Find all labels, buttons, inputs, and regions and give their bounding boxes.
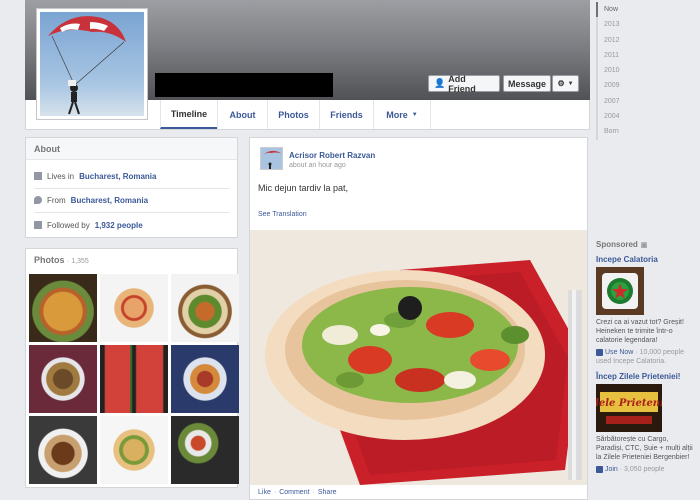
from-link[interactable]: Bucharest, Romania xyxy=(71,196,148,205)
sponsored-title[interactable]: Sponsored xyxy=(596,240,638,249)
ad-item[interactable]: Încep Zilele Prieteniei! Zilele Prieteni… xyxy=(596,372,694,474)
year-now[interactable]: Now xyxy=(596,2,640,18)
year-2004[interactable]: 2004 xyxy=(596,109,640,125)
tab-more-label: More xyxy=(386,109,408,120)
post-timestamp[interactable]: about an hour ago xyxy=(289,162,346,169)
ad-description: Crezi ca ai vazut tot? Greșit! Heineken … xyxy=(596,319,684,344)
year-2009[interactable]: 2009 xyxy=(596,78,640,94)
share-link[interactable]: Share xyxy=(318,489,337,496)
ad-image-zilele-prieteniei[interactable]: Zilele Prieteniei xyxy=(596,384,662,432)
tab-about-label: About xyxy=(229,109,256,120)
post-photo[interactable] xyxy=(250,230,587,485)
location-pin-icon xyxy=(34,196,42,204)
ad-image-heineken[interactable] xyxy=(596,267,644,315)
year-2012[interactable]: 2012 xyxy=(596,32,640,48)
sponsored-column: Sponsored ▣ Incepe Calatoria Crezi ca ai… xyxy=(596,240,694,474)
year-2013[interactable]: 2013 xyxy=(596,17,640,33)
followers-link[interactable]: 1,932 people xyxy=(95,221,143,230)
sponsored-header: Sponsored ▣ xyxy=(596,240,694,249)
use-now-link[interactable]: Use Now xyxy=(605,349,633,356)
from-prefix: From xyxy=(47,195,66,205)
tab-friends[interactable]: Friends xyxy=(319,100,373,129)
photo-thumbnail[interactable] xyxy=(100,345,168,413)
photo-thumbnail[interactable] xyxy=(29,274,97,342)
followed-by-row: Followed by 1,932 people xyxy=(34,214,143,236)
avatar-parachute-image xyxy=(263,150,281,169)
add-friend-icon: 👤 xyxy=(434,78,446,88)
photo-thumbnail[interactable] xyxy=(29,345,97,413)
rss-icon xyxy=(34,221,42,229)
about-box: About Lives in Bucharest, Romania From B… xyxy=(25,137,238,238)
tab-photos[interactable]: Photos xyxy=(267,100,319,129)
timeline-year-scrubber: Now 2013 2012 2011 2010 2009 2007 2004 B… xyxy=(596,2,640,140)
join-link[interactable]: Join xyxy=(605,466,618,473)
separator-dot: · xyxy=(273,489,277,496)
photo-thumbnail[interactable] xyxy=(100,274,168,342)
tab-friends-label: Friends xyxy=(330,109,363,120)
message-label: Message xyxy=(507,78,547,89)
lives-in-link[interactable]: Bucharest, Romania xyxy=(79,172,156,181)
post-author-avatar[interactable] xyxy=(260,147,283,170)
profile-picture[interactable] xyxy=(36,8,148,120)
year-born[interactable]: Born xyxy=(596,124,640,140)
ad-icon: ▣ xyxy=(640,241,648,249)
event-icon xyxy=(596,465,603,473)
year-2007[interactable]: 2007 xyxy=(596,93,640,110)
like-link[interactable]: Like xyxy=(258,489,271,496)
post-author-name[interactable]: Acrisor Robert Razvan xyxy=(289,151,375,160)
tab-timeline[interactable]: Timeline xyxy=(160,100,217,129)
photo-thumbnail[interactable] xyxy=(171,345,239,413)
ad-title[interactable]: Incepe Calatoria xyxy=(596,255,694,264)
photo-thumbnail[interactable] xyxy=(29,416,97,484)
photos-grid xyxy=(29,274,239,484)
lives-in-prefix: Lives in xyxy=(47,171,75,181)
photos-title: Photos xyxy=(34,255,65,265)
post-action-bar: Like · Comment · Share xyxy=(258,489,337,496)
lives-in-row: Lives in Bucharest, Romania xyxy=(34,165,156,187)
profile-name-redacted xyxy=(155,73,333,97)
divider xyxy=(34,212,229,213)
ad-description: Sărbătorește cu Cargo, Paradiși, CTC, Șu… xyxy=(596,436,693,461)
about-title[interactable]: About xyxy=(26,138,237,160)
tab-about[interactable]: About xyxy=(217,100,267,129)
see-translation-link[interactable]: See Translation xyxy=(258,211,307,218)
zilele-prieteniei-logo-image: Zilele Prieteniei xyxy=(596,384,662,432)
photo-thumbnail[interactable] xyxy=(171,274,239,342)
chevron-down-icon: ▼ xyxy=(411,111,418,118)
profile-picture-image xyxy=(40,12,144,116)
chevron-down-icon: ▼ xyxy=(567,80,574,87)
tab-timeline-label: Timeline xyxy=(170,108,208,119)
timeline-post: Acrisor Robert Razvan about an hour ago … xyxy=(249,137,588,500)
add-friend-label: Add Friend xyxy=(448,73,476,94)
year-2010[interactable]: 2010 xyxy=(596,63,640,79)
ad-item[interactable]: Incepe Calatoria Crezi ca ai vazut tot? … xyxy=(596,255,694,366)
heineken-bottle-image xyxy=(596,267,644,315)
salad-photo-image xyxy=(250,230,587,485)
comment-link[interactable]: Comment xyxy=(279,489,309,496)
add-friend-button[interactable]: 👤 Add Friend xyxy=(428,73,500,94)
photo-thumbnail[interactable] xyxy=(100,416,168,484)
home-icon xyxy=(34,172,42,180)
ad-title[interactable]: Încep Zilele Prieteniei! xyxy=(596,372,694,381)
tab-more[interactable]: More ▼ xyxy=(373,100,431,129)
photo-thumbnail[interactable] xyxy=(171,416,239,484)
photos-count: · 1,355 xyxy=(67,258,89,265)
ad-cta-row: Join · 3,050 people xyxy=(596,465,694,474)
tab-photos-label: Photos xyxy=(278,109,309,120)
parachute-illustration xyxy=(48,16,126,115)
app-icon xyxy=(596,348,603,356)
year-2011[interactable]: 2011 xyxy=(596,47,640,64)
ad-stats: · 3,050 people xyxy=(619,466,665,473)
photos-box: Photos · 1,355 xyxy=(25,248,239,488)
svg-text:Zilele Prieteniei: Zilele Prieteniei xyxy=(596,398,662,409)
followed-by-prefix: Followed by xyxy=(47,220,90,230)
ad-cta-row: Use Now · 10,000 people used Incepe Cala… xyxy=(596,348,694,366)
separator-dot: · xyxy=(312,489,315,496)
post-text: Mic dejun tardiv la pat, xyxy=(258,183,349,193)
photos-header[interactable]: Photos · 1,355 xyxy=(26,249,237,271)
from-row: From Bucharest, Romania xyxy=(34,189,148,211)
gear-icon: ⚙ xyxy=(557,79,565,88)
settings-dropdown-button[interactable]: ⚙ ▼ xyxy=(552,75,579,92)
message-button[interactable]: Message xyxy=(503,75,551,92)
